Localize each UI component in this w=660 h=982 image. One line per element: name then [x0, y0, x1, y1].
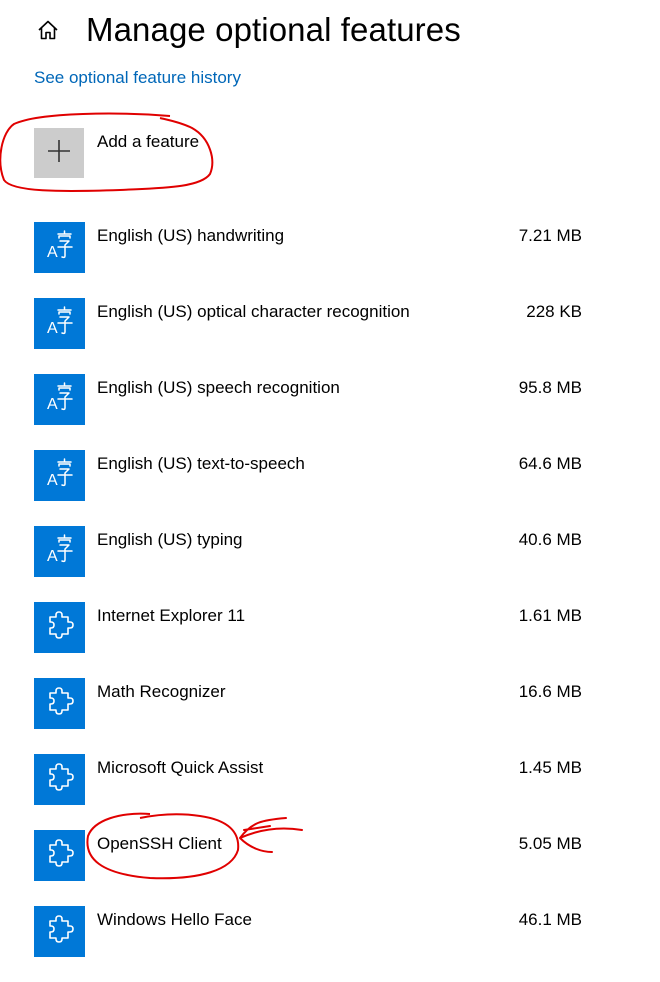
- feature-row[interactable]: Math Recognizer 16.6 MB: [34, 678, 594, 754]
- feature-tile: [34, 678, 85, 729]
- feature-size: 46.1 MB: [518, 910, 582, 929]
- feature-size: 1.45 MB: [518, 758, 582, 777]
- optional-feature-history-link[interactable]: See optional feature history: [34, 68, 241, 88]
- feature-tile: [34, 830, 85, 881]
- puzzle-icon: [46, 611, 74, 644]
- feature-size: 7.21 MB: [518, 226, 582, 245]
- puzzle-icon: [46, 763, 74, 796]
- feature-tile: A: [34, 450, 85, 501]
- feature-row[interactable]: A English (US) text-to-speech 64.6 MB: [34, 450, 594, 526]
- feature-tile: A: [34, 222, 85, 273]
- feature-name: English (US) typing: [97, 530, 243, 549]
- add-feature-label: Add a feature: [97, 132, 200, 151]
- feature-tile: [34, 602, 85, 653]
- svg-text:A: A: [47, 396, 58, 412]
- feature-name: Math Recognizer: [97, 682, 226, 701]
- feature-row[interactable]: A English (US) speech recognition 95.8 MB: [34, 374, 594, 450]
- feature-size: 40.6 MB: [518, 530, 582, 549]
- feature-tile: A: [34, 374, 85, 425]
- feature-name: English (US) handwriting: [97, 226, 285, 245]
- page-header: Manage optional features: [34, 6, 461, 54]
- feature-row[interactable]: Internet Explorer 11 1.61 MB: [34, 602, 594, 678]
- puzzle-icon: [46, 839, 74, 872]
- feature-tile: [34, 754, 85, 805]
- feature-tile: A: [34, 298, 85, 349]
- installed-features-list: A English (US) handwriting 7.21 MB A English…: [34, 222, 594, 982]
- language-icon: A: [45, 458, 75, 493]
- language-icon: A: [45, 230, 75, 265]
- feature-row[interactable]: A English (US) handwriting 7.21 MB: [34, 222, 594, 298]
- page-title: Manage optional features: [86, 11, 461, 48]
- svg-text:A: A: [47, 320, 58, 336]
- feature-size: 95.8 MB: [518, 378, 582, 397]
- puzzle-icon: [46, 687, 74, 720]
- feature-row[interactable]: A English (US) typing 40.6 MB: [34, 526, 594, 602]
- feature-size: 16.6 MB: [518, 682, 582, 701]
- feature-row[interactable]: Microsoft Quick Assist 1.45 MB: [34, 754, 594, 830]
- feature-name: English (US) text-to-speech: [97, 454, 305, 473]
- feature-size: 64.6 MB: [518, 454, 582, 473]
- feature-name: English (US) speech recognition: [97, 378, 340, 397]
- feature-name: Internet Explorer 11: [97, 606, 246, 625]
- feature-name: OpenSSH Client: [97, 834, 222, 853]
- language-icon: A: [45, 306, 75, 341]
- feature-row[interactable]: Windows Hello Face 46.1 MB: [34, 906, 594, 982]
- feature-tile: A: [34, 526, 85, 577]
- add-feature-button[interactable]: Add a feature: [34, 128, 199, 178]
- home-icon[interactable]: [34, 16, 62, 44]
- language-icon: A: [45, 534, 75, 569]
- svg-text:A: A: [47, 472, 58, 488]
- feature-size: 5.05 MB: [518, 834, 582, 853]
- feature-name: Microsoft Quick Assist: [97, 758, 264, 777]
- svg-text:A: A: [47, 244, 58, 260]
- feature-name: English (US) optical character recogniti…: [97, 302, 410, 321]
- puzzle-icon: [46, 915, 74, 948]
- feature-row[interactable]: OpenSSH Client 5.05 MB: [34, 830, 594, 906]
- feature-size: 1.61 MB: [518, 606, 582, 625]
- add-feature-tile: [34, 128, 84, 178]
- svg-text:A: A: [47, 548, 58, 564]
- feature-row[interactable]: A English (US) optical character recognit…: [34, 298, 594, 374]
- feature-name: Windows Hello Face: [97, 910, 252, 929]
- plus-icon: [47, 139, 71, 168]
- feature-tile: [34, 906, 85, 957]
- language-icon: A: [45, 382, 75, 417]
- feature-size: 228 KB: [526, 302, 582, 321]
